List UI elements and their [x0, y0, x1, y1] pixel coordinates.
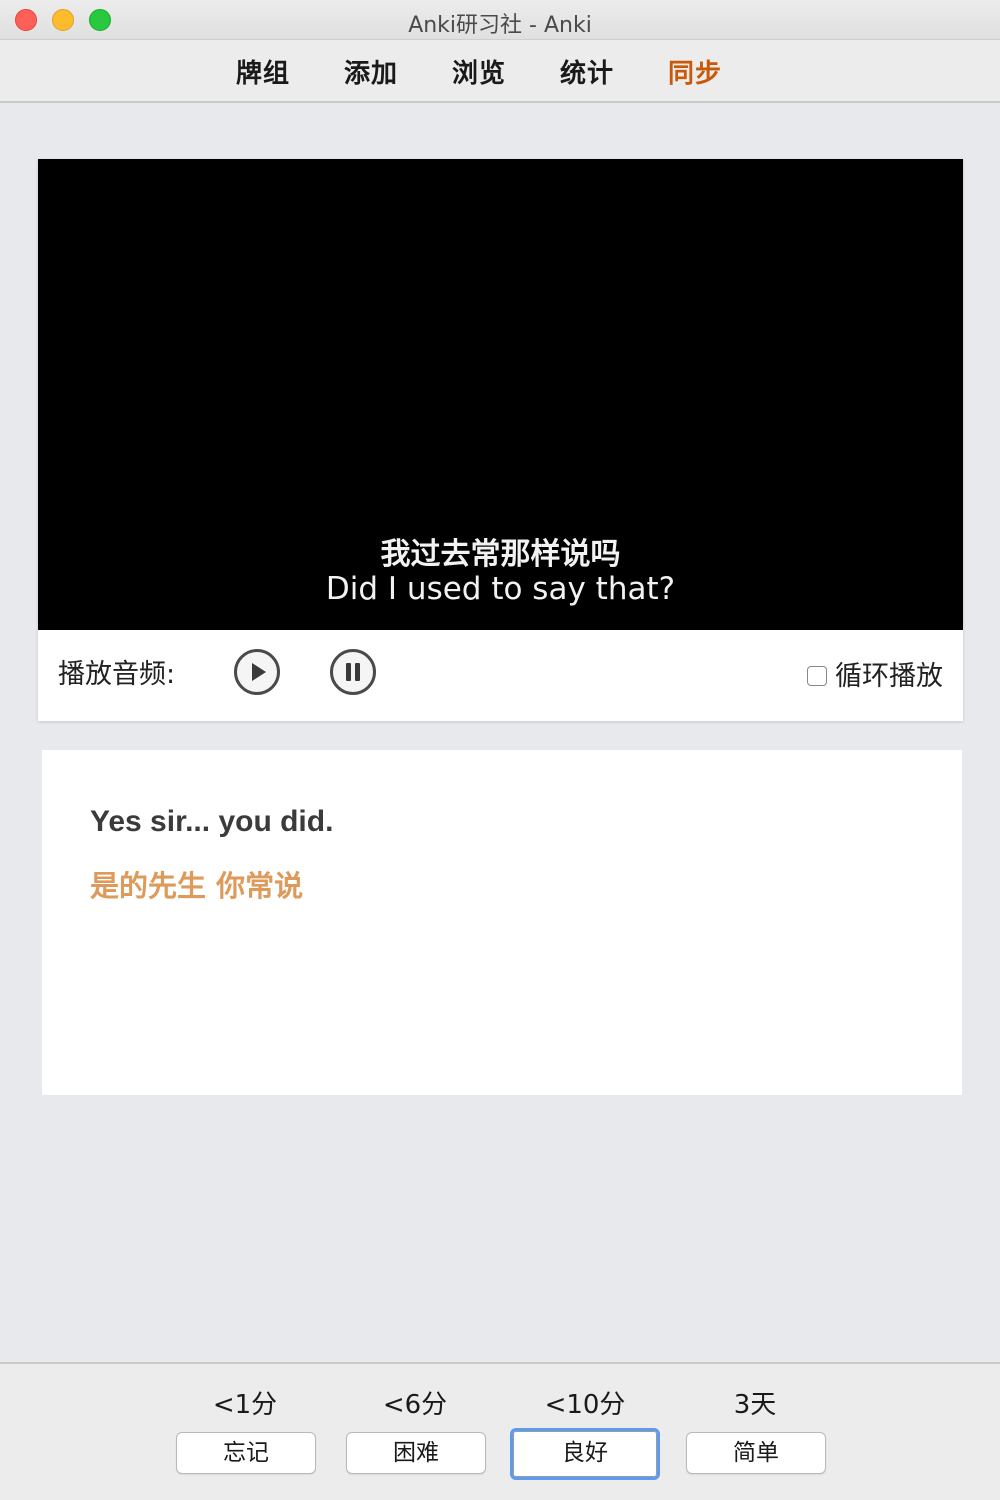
again-button[interactable]: 忘记	[176, 1432, 316, 1474]
audio-controls: 播放音频: 循环播放	[38, 630, 963, 721]
toolbar-add[interactable]: 添加	[344, 53, 398, 90]
window-title: Anki研习社 - Anki	[408, 13, 592, 38]
anki-window: Anki研习社 - Anki 牌组 添加 浏览 统计 同步 我过去常那样说吗 D…	[0, 0, 1000, 1500]
toolbar-stats[interactable]: 统计	[560, 53, 614, 90]
title-bar: Anki研习社 - Anki	[0, 0, 1000, 40]
play-icon	[252, 663, 266, 681]
loop-control: 循环播放	[807, 654, 943, 693]
interval-again: <1分	[212, 1390, 278, 1420]
interval-good: <10分	[544, 1390, 626, 1420]
loop-label: 循环播放	[835, 661, 943, 692]
answer-english: Yes sir... you did.	[90, 805, 334, 838]
pause-button[interactable]	[330, 649, 376, 695]
answer-card: Yes sir... you did. 是的先生 你常说	[42, 750, 962, 1095]
play-button[interactable]	[234, 649, 280, 695]
toolbar-sync[interactable]: 同步	[668, 53, 722, 90]
interval-easy: 3天	[733, 1390, 777, 1420]
video-player[interactable]: 我过去常那样说吗 Did I used to say that?	[38, 159, 963, 630]
review-bar: <1分 <6分 <10分 3天 忘记 困难 良好 简单	[0, 1362, 1000, 1500]
question-card: 我过去常那样说吗 Did I used to say that? 播放音频: 循…	[38, 159, 963, 721]
good-button[interactable]: 良好	[510, 1428, 660, 1480]
subtitle-english: Did I used to say that?	[325, 571, 676, 607]
loop-checkbox[interactable]	[807, 665, 827, 686]
easy-button[interactable]: 简单	[686, 1432, 826, 1474]
answer-chinese: 是的先生 你常说	[90, 869, 304, 903]
toolbar-decks[interactable]: 牌组	[236, 53, 290, 90]
main-toolbar: 牌组 添加 浏览 统计 同步	[0, 40, 1000, 103]
interval-hard: <6分	[382, 1390, 448, 1420]
subtitle-chinese: 我过去常那样说吗	[380, 537, 621, 572]
toolbar-browse[interactable]: 浏览	[452, 53, 506, 90]
play-audio-label: 播放音频:	[58, 659, 176, 690]
hard-button[interactable]: 困难	[346, 1432, 486, 1474]
pause-icon	[346, 663, 360, 681]
